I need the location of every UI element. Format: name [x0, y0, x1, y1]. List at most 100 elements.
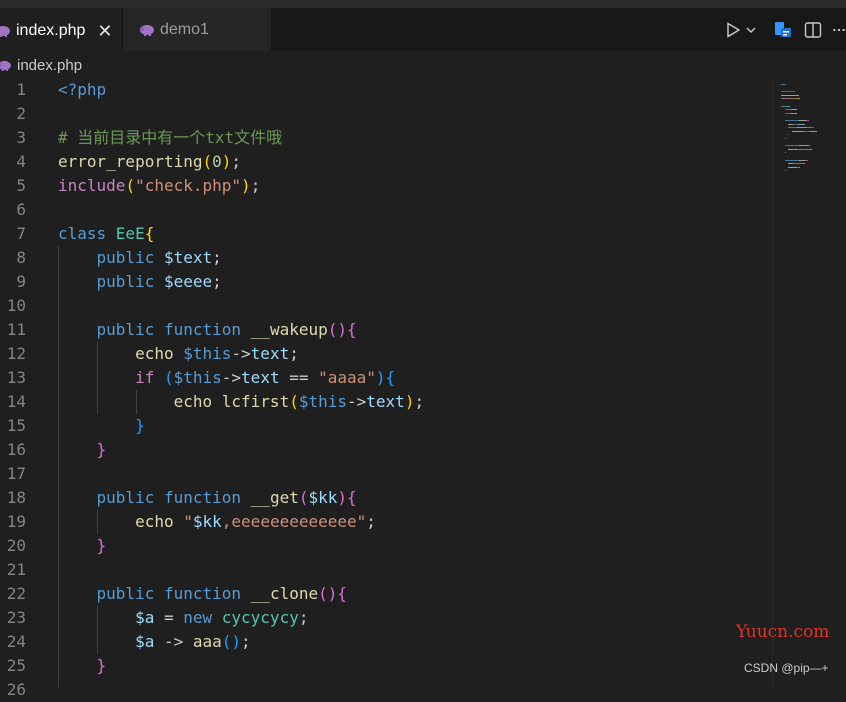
minimap-token [808, 120, 809, 121]
code-line[interactable]: 20 } [0, 534, 772, 558]
close-icon[interactable]: ✕ [97, 22, 112, 40]
code-token: public [97, 272, 164, 291]
tab-demo1[interactable]: demo1 [123, 8, 271, 51]
code-line[interactable]: 24 $a -> aaa(); [0, 630, 772, 654]
csdn-watermark: CSDN @pip—+ [744, 661, 829, 675]
code-line[interactable]: 17 [0, 462, 772, 486]
code-line[interactable]: 3# 当前目录中有一个txt文件哦 [0, 126, 772, 150]
code-token: new [183, 608, 222, 627]
run-dropdown-icon[interactable] [744, 19, 758, 41]
code-token [58, 320, 97, 339]
code-token: " [183, 512, 193, 531]
code-token: ; [289, 344, 299, 363]
code-token [58, 248, 97, 267]
minimap-token [799, 120, 806, 121]
code-editor[interactable]: 1<?php23# 当前目录中有一个txt文件哦4error_reporting… [0, 78, 772, 687]
line-number: 15 [0, 414, 26, 438]
code-token: ) [337, 488, 347, 507]
code-token: text [251, 344, 290, 363]
more-actions-icon[interactable] [832, 19, 846, 41]
breadcrumb-file[interactable]: index.php [17, 57, 82, 74]
code-token: ) [241, 176, 251, 195]
code-line[interactable]: 13 if ($this->text == "aaaa"){ [0, 366, 772, 390]
minimap-token [813, 127, 814, 128]
minimap-token [797, 163, 804, 164]
code-text: public function __clone(){ [58, 582, 347, 606]
code-line[interactable]: 14 echo lcfirst($this->text); [0, 390, 772, 414]
minimap-token [785, 138, 786, 139]
tab-label: demo1 [160, 21, 209, 39]
code-token [58, 272, 97, 291]
editor-actions [722, 8, 846, 51]
code-line[interactable]: 6 [0, 198, 772, 222]
minimap-token [785, 152, 786, 153]
breadcrumb[interactable]: index.php [0, 53, 82, 77]
code-line[interactable]: 2 [0, 102, 772, 126]
code-text: include("check.php"); [58, 174, 260, 198]
code-line[interactable]: 8 public $text; [0, 246, 772, 270]
code-token: $text [164, 248, 212, 267]
code-token: = [154, 608, 183, 627]
line-number: 13 [0, 366, 26, 390]
remote-explorer-icon[interactable] [772, 19, 794, 41]
code-line[interactable]: 19 echo "$kk,eeeeeeeeeeeee"; [0, 510, 772, 534]
minimap-token [799, 98, 800, 99]
php-elephant-icon [0, 60, 11, 71]
code-token: ; [212, 248, 222, 267]
code-line[interactable]: 26 [0, 678, 772, 702]
code-line[interactable]: 16 } [0, 438, 772, 462]
line-number: 5 [0, 174, 26, 198]
tab-index-php[interactable]: index.php ✕ [0, 8, 122, 52]
minimap-token [781, 91, 795, 92]
code-text: } [58, 654, 106, 678]
code-line[interactable]: 15 } [0, 414, 772, 438]
code-line[interactable]: 22 public function __clone(){ [0, 582, 772, 606]
tab-label: index.php [16, 22, 85, 40]
code-token [58, 584, 97, 603]
code-token: function [164, 584, 251, 603]
code-token: include [58, 176, 125, 195]
code-line[interactable]: 5 include("check.php"); [0, 174, 772, 198]
minimap-token [791, 145, 799, 146]
line-number: 11 [0, 318, 26, 342]
tab-bar: index.php ✕ demo1 [0, 8, 846, 51]
code-line[interactable]: 18 public function __get($kk){ [0, 486, 772, 510]
code-token [58, 608, 135, 627]
code-line[interactable]: 23 $a = new cycycycy; [0, 606, 772, 630]
code-token [58, 632, 135, 651]
split-editor-icon[interactable] [802, 19, 824, 41]
code-text: echo "$kk,eeeeeeeeeeeee"; [58, 510, 376, 534]
code-line[interactable]: 7class EeE{ [0, 222, 772, 246]
line-number: 9 [0, 270, 26, 294]
line-number: 24 [0, 630, 26, 654]
code-token [58, 512, 135, 531]
code-token: text [241, 368, 280, 387]
code-line[interactable]: 1<?php [0, 78, 772, 102]
code-token: ( [164, 368, 174, 387]
code-line[interactable]: 9 public $eeee; [0, 270, 772, 294]
code-line[interactable]: 12 echo $this->text; [0, 342, 772, 366]
line-number: 17 [0, 462, 26, 486]
minimap[interactable] [772, 78, 846, 687]
code-text: } [58, 414, 145, 438]
php-elephant-icon [0, 25, 10, 37]
code-token: ( [289, 392, 299, 411]
code-token: $this [299, 392, 347, 411]
minimap-token [809, 145, 810, 146]
code-line[interactable]: 11 public function __wakeup(){ [0, 318, 772, 342]
code-line[interactable]: 25 } [0, 654, 772, 678]
code-line[interactable]: 4error_reporting(0); [0, 150, 772, 174]
line-number: 4 [0, 150, 26, 174]
code-line[interactable]: 10 [0, 294, 772, 318]
minimap-token [791, 120, 799, 121]
code-token: -> [347, 392, 366, 411]
code-token: { [337, 584, 347, 603]
line-number: 6 [0, 198, 26, 222]
line-number: 26 [0, 678, 26, 702]
code-token: ; [212, 272, 222, 291]
code-line[interactable]: 21 [0, 558, 772, 582]
run-icon[interactable] [722, 19, 744, 41]
code-text: class EeE{ [58, 222, 154, 246]
code-token: public [97, 488, 164, 507]
code-token: $kk [193, 512, 222, 531]
